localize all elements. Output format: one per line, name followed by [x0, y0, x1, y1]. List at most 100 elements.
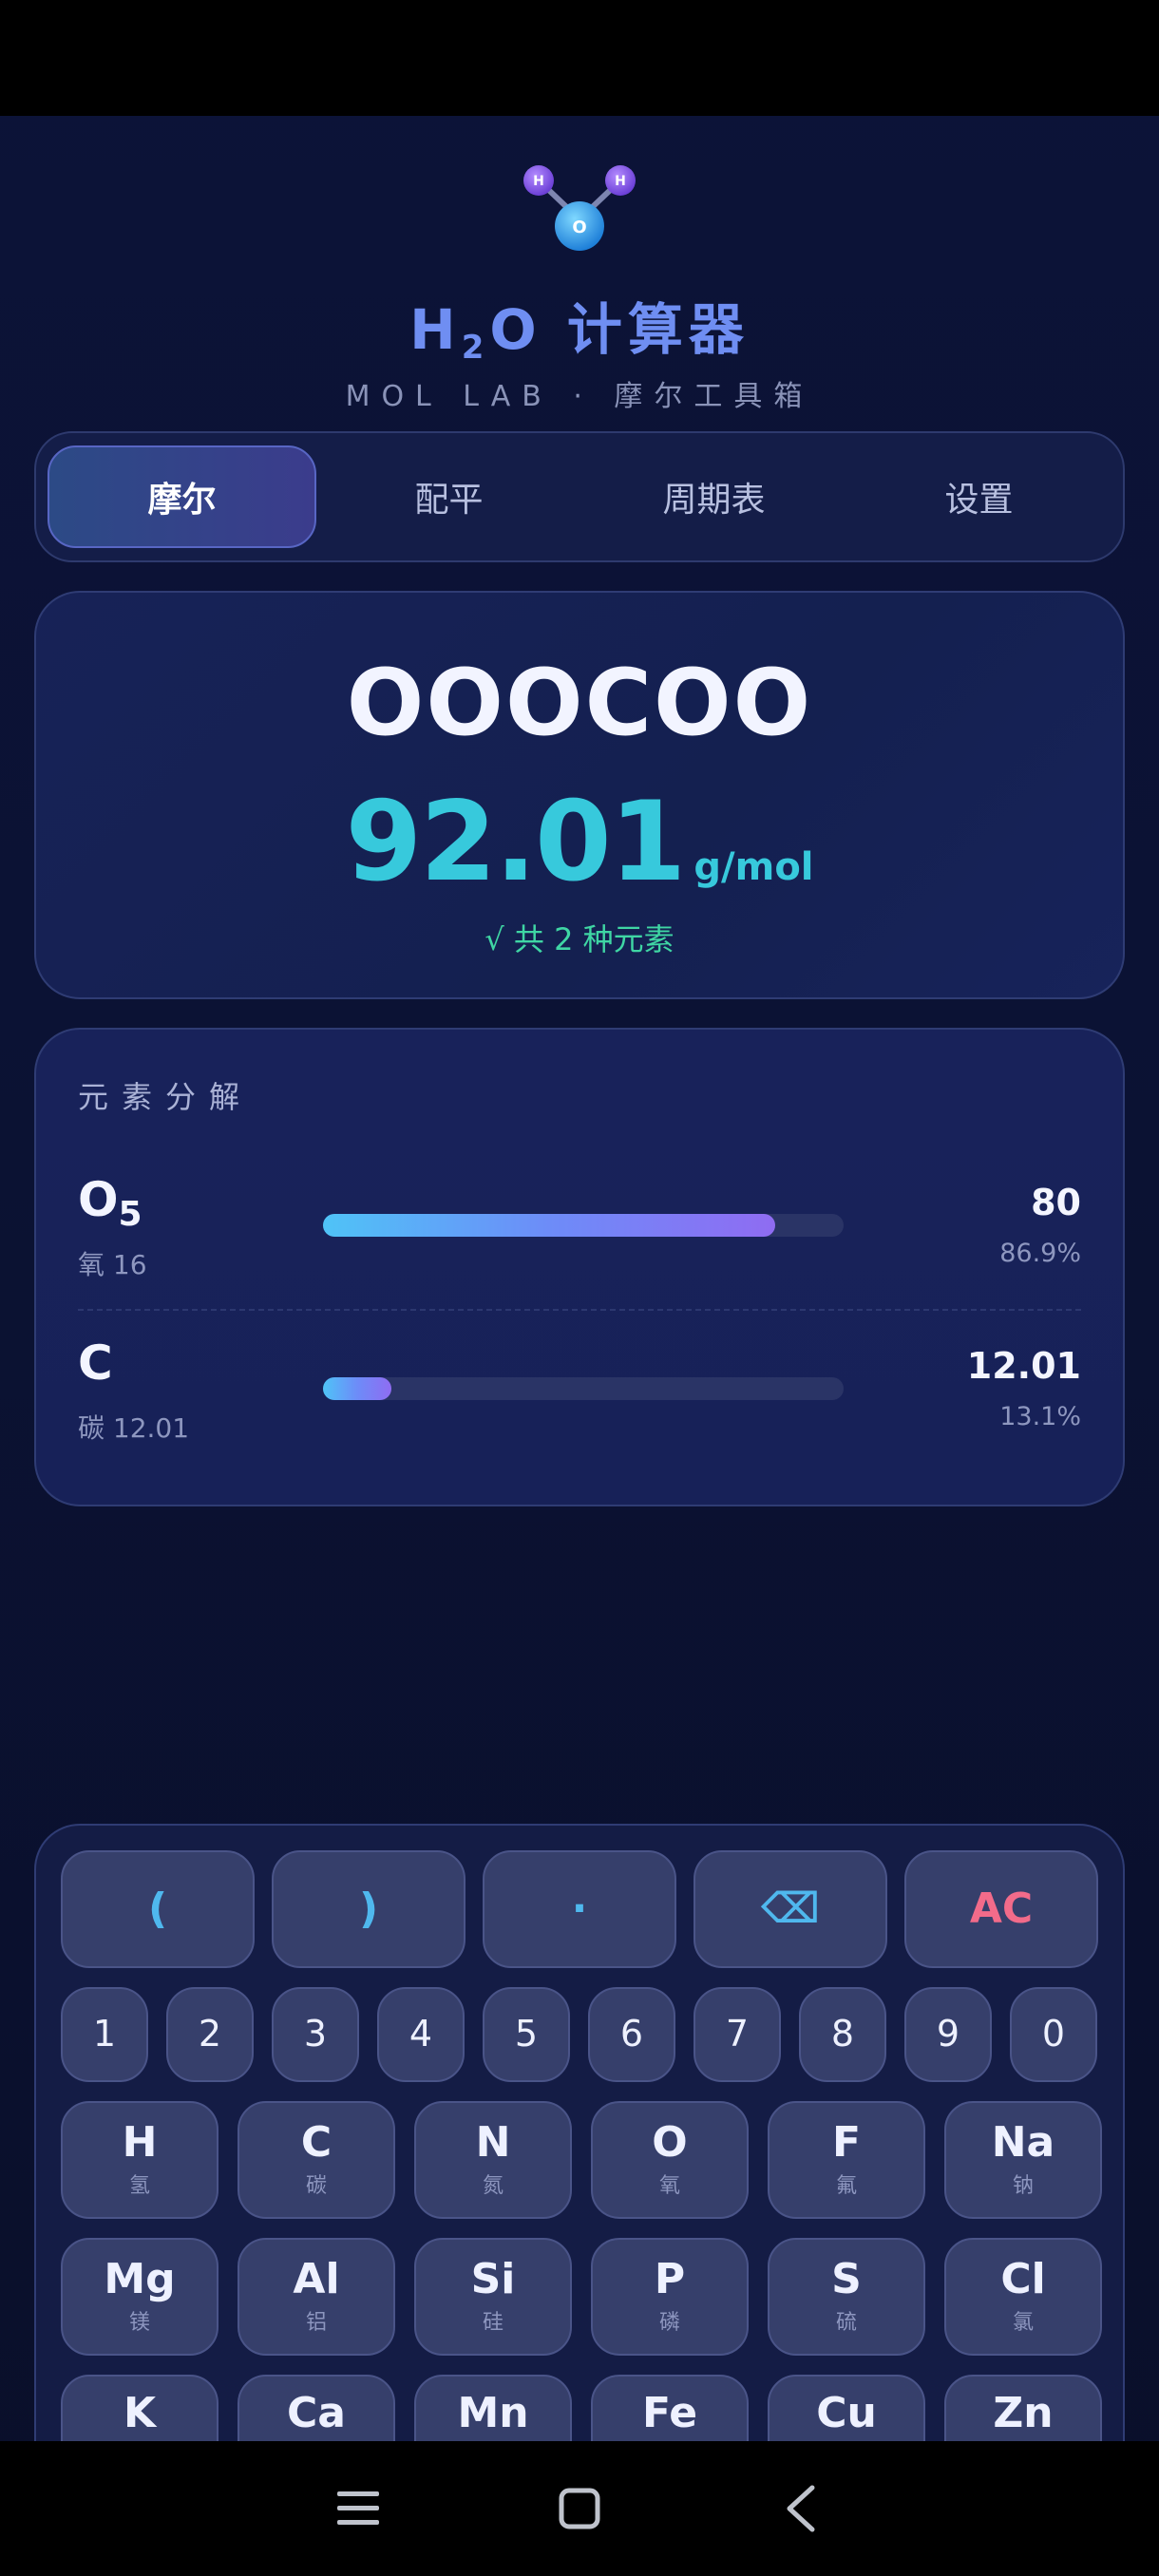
logo-o-label: O	[572, 218, 586, 237]
element-key-cl[interactable]: Cl 氯	[944, 2238, 1102, 2356]
open-paren-key[interactable]: (	[61, 1850, 255, 1968]
number-key-9[interactable]: 9	[904, 1987, 992, 2082]
mass-fraction-bar	[323, 1377, 844, 1400]
element-key-o[interactable]: O氧	[591, 2101, 749, 2219]
breakdown-title: 元素分解	[78, 1079, 254, 1115]
app-title-rest: O 计算器	[489, 297, 750, 362]
element-name: 氧 16	[78, 1249, 147, 1280]
number-key-1[interactable]: 1	[61, 1987, 148, 2082]
key-label: (	[147, 1884, 168, 1933]
app-subtitle: MOL LAB · 摩尔工具箱	[345, 380, 814, 413]
molar-mass-unit: g/mol	[694, 845, 814, 889]
key-label: 8	[830, 2013, 855, 2055]
key-label: 3	[303, 2013, 328, 2055]
tab-settings[interactable]: 设置	[846, 445, 1112, 548]
key-symbol: O	[652, 2117, 688, 2167]
key-symbol: Zn	[993, 2389, 1054, 2437]
element-symbol-letter: O	[78, 1172, 119, 1227]
key-cn-name: 碳	[305, 2174, 327, 2199]
water-molecule-logo: H H O	[523, 165, 636, 251]
back-button[interactable]	[763, 2471, 839, 2547]
key-symbol: Ca	[287, 2389, 346, 2437]
key-cn-name: 氧	[658, 2174, 680, 2199]
key-symbol: P	[654, 2254, 686, 2303]
key-symbol: F	[831, 2117, 862, 2167]
key-label: 9	[936, 2013, 960, 2055]
key-label: AC	[969, 1884, 1034, 1933]
key-symbol: Mn	[457, 2389, 529, 2437]
formula-display: OOOCOO	[346, 650, 813, 756]
home-button[interactable]	[542, 2471, 618, 2547]
element-subscript: 5	[118, 1195, 142, 1234]
key-label: 1	[92, 2013, 117, 2055]
backspace-key[interactable]: ⌫	[694, 1850, 887, 1968]
recent-apps-button[interactable]	[320, 2471, 396, 2547]
tab-mole[interactable]: 摩尔	[48, 445, 316, 548]
key-symbol: Al	[293, 2254, 340, 2303]
element-count-status: √ 共 2 种元素	[484, 921, 674, 957]
key-symbol: K	[123, 2389, 157, 2437]
element-key-s[interactable]: S硫	[768, 2238, 925, 2356]
key-cn-name: 氮	[482, 2174, 504, 2199]
row-divider	[78, 1309, 1081, 1311]
key-label: ·	[571, 1884, 588, 1933]
element-name: 碳 12.01	[78, 1412, 190, 1444]
number-key-5[interactable]: 5	[483, 1987, 570, 2082]
system-nav-bar	[0, 2441, 1159, 2576]
element-key-h[interactable]: H氢	[61, 2101, 218, 2219]
home-icon	[559, 2488, 600, 2529]
tab-bar: 摩尔 配平 周期表 设置	[34, 431, 1125, 562]
element-key-na[interactable]: Na 钠	[944, 2101, 1102, 2219]
element-symbol: C	[78, 1335, 113, 1397]
backspace-icon: ⌫	[760, 1884, 821, 1933]
key-label: 4	[408, 2013, 433, 2055]
clear-all-key[interactable]: AC	[904, 1850, 1098, 1968]
element-mass: 80	[1031, 1182, 1081, 1223]
element-key-c[interactable]: C碳	[238, 2101, 395, 2219]
key-cn-name: 氢	[128, 2174, 150, 2199]
key-cn-name: 镁	[128, 2311, 150, 2336]
key-cn-name: 氯	[1012, 2311, 1034, 2336]
app-title-subscript: 2	[461, 329, 490, 367]
key-symbol: S	[831, 2254, 862, 2303]
number-key-4[interactable]: 4	[377, 1987, 465, 2082]
number-key-6[interactable]: 6	[588, 1987, 675, 2082]
key-cn-name: 硫	[835, 2311, 857, 2336]
key-cn-name: 硅	[482, 2311, 504, 2336]
element-breakdown-card: 元素分解 O5 氧 16 80 86.9% C 碳 12.01 12.01 13…	[34, 1028, 1125, 1506]
element-mass: 12.01	[966, 1345, 1081, 1387]
element-symbol-letter: C	[78, 1335, 113, 1391]
key-label: 7	[725, 2013, 750, 2055]
key-symbol: H	[122, 2117, 158, 2167]
key-symbol: Fe	[641, 2389, 698, 2437]
element-key-p[interactable]: P磷	[591, 2238, 749, 2356]
number-key-8[interactable]: 8	[799, 1987, 886, 2082]
key-symbol: Si	[470, 2254, 516, 2303]
element-symbol: O5	[78, 1172, 142, 1234]
element-key-si[interactable]: Si 硅	[414, 2238, 572, 2356]
number-key-3[interactable]: 3	[272, 1987, 359, 2082]
logo-h1-label: H	[533, 174, 544, 189]
mass-fraction-bar	[323, 1214, 844, 1237]
key-symbol: C	[300, 2117, 332, 2167]
key-label: 2	[198, 2013, 222, 2055]
element-key-n[interactable]: N氮	[414, 2101, 572, 2219]
number-key-2[interactable]: 2	[166, 1987, 254, 2082]
dot-key[interactable]: ·	[483, 1850, 676, 1968]
element-key-mg[interactable]: Mg 镁	[61, 2238, 218, 2356]
element-key-al[interactable]: Al 铝	[238, 2238, 395, 2356]
breakdown-row: O5 氧 16 80 86.9%	[78, 1172, 1081, 1296]
element-key-f[interactable]: F氟	[768, 2101, 925, 2219]
key-symbol: Cl	[1000, 2254, 1046, 2303]
mass-fraction-fill	[323, 1377, 391, 1400]
app-title: H2O 计算器	[0, 285, 1159, 367]
element-percent: 86.9%	[999, 1239, 1081, 1268]
tab-periodic-table[interactable]: 周期表	[581, 445, 846, 548]
number-key-7[interactable]: 7	[694, 1987, 781, 2082]
molar-mass-row: 92.01 g/mol	[36, 778, 1123, 906]
close-paren-key[interactable]: )	[272, 1850, 466, 1968]
number-key-0[interactable]: 0	[1010, 1987, 1097, 2082]
tab-balance[interactable]: 配平	[316, 445, 581, 548]
key-symbol: Cu	[816, 2389, 877, 2437]
element-percent: 13.1%	[999, 1402, 1081, 1431]
